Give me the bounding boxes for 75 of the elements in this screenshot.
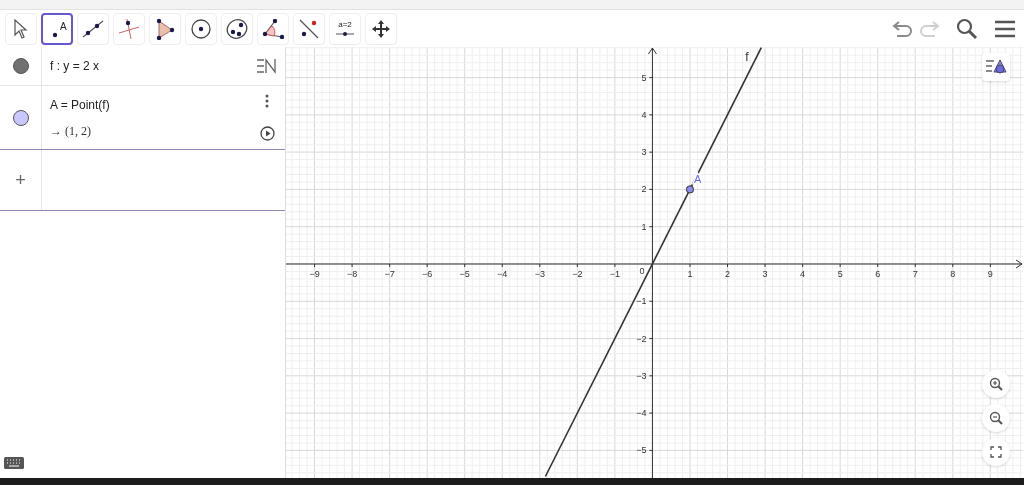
- tick-label: −6: [422, 269, 433, 279]
- definition-text[interactable]: A = Point(f): [50, 95, 249, 114]
- ellipse-icon: [226, 17, 248, 40]
- tool-button[interactable]: [185, 12, 217, 45]
- move-arrows-icon: [371, 18, 391, 39]
- graphics-style-button[interactable]: [982, 53, 1010, 81]
- tool-button[interactable]: [257, 12, 289, 45]
- visibility-dot[interactable]: [12, 109, 29, 126]
- tick-label: 4: [800, 269, 806, 279]
- function-label: f: [745, 49, 749, 64]
- tick-label: 2: [641, 184, 647, 195]
- tick-label: 1: [687, 269, 693, 279]
- tick-label: −2: [572, 269, 583, 279]
- triangle-icon: [155, 17, 175, 40]
- tick-label: −1: [609, 269, 620, 279]
- line-dots-icon: [298, 17, 320, 40]
- tick-label: 3: [641, 147, 647, 158]
- fullscreen-button[interactable]: [982, 438, 1010, 466]
- cursor-icon: [14, 18, 28, 39]
- tick-label: −5: [636, 445, 647, 456]
- zoom-out-button[interactable]: [982, 404, 1010, 432]
- more-options-button[interactable]: [265, 94, 269, 108]
- zoom-in-icon: [989, 377, 1003, 391]
- point-label: A: [694, 173, 702, 186]
- zoom-out-icon: [989, 411, 1003, 425]
- tick-label: −4: [636, 408, 647, 419]
- undo-button[interactable]: [892, 20, 914, 37]
- tick-label: 3: [762, 269, 768, 279]
- angle-icon: [262, 18, 284, 39]
- tick-label: 4: [641, 109, 647, 120]
- tick-label: −5: [459, 269, 470, 279]
- search-button[interactable]: [956, 17, 978, 40]
- definition-text[interactable]: f : y = 2 x: [50, 57, 249, 75]
- fullscreen-icon: [990, 446, 1002, 458]
- add-input-symbol[interactable]: +: [15, 166, 26, 194]
- perpendicular-lines-icon: [118, 17, 140, 40]
- tick-label: −4: [497, 269, 508, 279]
- tick-label: 8: [950, 269, 956, 279]
- tool-button[interactable]: [149, 12, 181, 45]
- output-value: → (1, 2): [50, 122, 92, 140]
- tool-button[interactable]: a=2: [329, 12, 361, 45]
- point-icon: [51, 30, 59, 39]
- tick-label: −7: [384, 269, 395, 279]
- tick-label: 6: [875, 269, 881, 279]
- tool-button[interactable]: [77, 12, 109, 45]
- menu-button[interactable]: [994, 18, 1016, 39]
- tool-button[interactable]: [293, 12, 325, 45]
- tick-label: −8: [346, 269, 358, 279]
- play-button[interactable]: [259, 126, 275, 141]
- line-icon: [82, 19, 104, 38]
- slider-icon: [336, 31, 354, 36]
- zoom-in-button[interactable]: [982, 370, 1010, 398]
- tick-label: −3: [534, 269, 545, 279]
- tool-label: a=2: [338, 20, 352, 29]
- circle-icon: [190, 17, 212, 40]
- tick-label: 5: [641, 72, 647, 83]
- tick-label: −3: [636, 370, 647, 381]
- tick-label: 7: [912, 269, 918, 279]
- tick-label: 1: [641, 221, 647, 232]
- tick-label: 9: [987, 269, 993, 279]
- origin-label: 0: [639, 266, 645, 276]
- tick-label: 2: [725, 269, 731, 279]
- tick-label: −9: [309, 269, 320, 279]
- sort-button[interactable]: [256, 58, 278, 74]
- tool-button[interactable]: A: [41, 12, 73, 45]
- tick-label: −1: [636, 296, 647, 307]
- visibility-dot[interactable]: [12, 58, 29, 74]
- point[interactable]: [685, 185, 695, 194]
- graphics-style-icon: [985, 59, 1007, 75]
- tool-button[interactable]: [365, 12, 397, 45]
- tick-label: −2: [636, 333, 647, 344]
- keyboard-icon[interactable]: [4, 456, 24, 469]
- tool-label: A: [60, 21, 67, 32]
- tool-button[interactable]: [221, 12, 253, 45]
- tick-label: 5: [837, 269, 843, 279]
